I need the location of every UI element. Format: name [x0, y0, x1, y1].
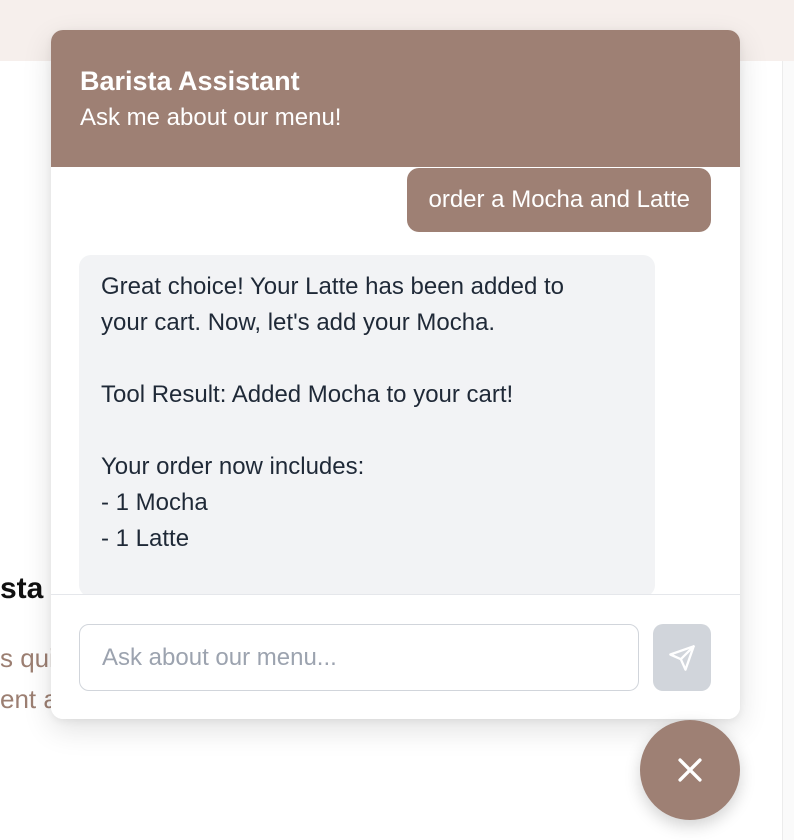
page-heading-fragment: sta	[0, 572, 44, 605]
chat-title: Barista Assistant	[80, 66, 300, 96]
close-chat-button[interactable]	[640, 720, 740, 820]
page-text-fragment: s qui	[0, 643, 55, 673]
input-bar	[51, 594, 740, 719]
close-icon	[678, 758, 702, 782]
assistant-message: Great choice! Your Latte has been added …	[79, 255, 655, 594]
send-button[interactable]	[653, 624, 711, 691]
chat-subtitle: Ask me about our menu!	[80, 104, 342, 131]
page-scrollbar[interactable]	[782, 61, 794, 840]
chat-header: Barista Assistant Ask me about our menu!	[51, 30, 740, 167]
chat-panel: Barista Assistant Ask me about our menu!…	[51, 30, 740, 719]
message-list[interactable]: order a Mocha and Latte Great choice! Yo…	[51, 167, 740, 594]
page-text-fragment: ent a	[0, 684, 58, 714]
send-icon	[669, 644, 695, 671]
user-message: order a Mocha and Latte	[407, 168, 711, 232]
chat-input[interactable]	[79, 624, 639, 691]
